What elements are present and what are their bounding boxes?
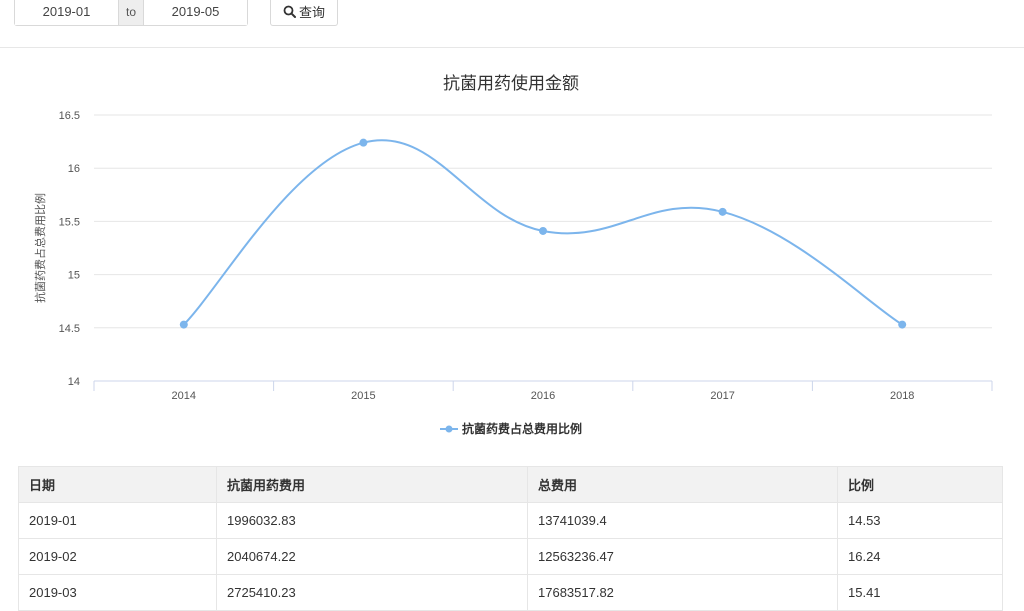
chart-container: 抗菌用药使用金额 14 14.5 15 15.5 16 16.5 2014 2015 2016 2… <box>0 48 1024 458</box>
table-cell: 17683517.82 <box>527 574 838 611</box>
table-cell: 2019-02 <box>18 538 217 575</box>
data-point <box>539 226 547 235</box>
x-tick-label: 2014 <box>172 390 196 402</box>
end-date-input[interactable] <box>144 0 247 25</box>
y-tick-label: 14 <box>68 376 80 388</box>
table-cell: 2040674.22 <box>216 538 528 575</box>
column-header-ratio: 比例 <box>837 466 1003 503</box>
search-icon <box>283 5 296 18</box>
legend-label: 抗菌药费占总费用比例 <box>461 422 582 436</box>
y-tick-label: 16 <box>68 163 80 175</box>
table-cell: 15.41 <box>837 574 1003 611</box>
table-row: 2019-03 2725410.23 17683517.82 15.41 <box>18 574 1003 611</box>
x-tick-label: 2015 <box>351 390 375 402</box>
y-tick-label: 15 <box>68 270 80 282</box>
table-cell: 2725410.23 <box>216 574 528 611</box>
data-point <box>179 320 188 329</box>
line-chart: 14 14.5 15 15.5 16 16.5 2014 2015 2016 2017 2018 抗菌… <box>33 110 993 402</box>
x-tick-label: 2017 <box>710 390 734 402</box>
data-point <box>359 138 368 147</box>
y-tick-label: 15.5 <box>59 216 80 228</box>
table-cell: 12563236.47 <box>527 538 838 575</box>
toolbar: to 查询 <box>0 0 1024 48</box>
data-point <box>718 207 727 216</box>
table-row: 2019-01 1996032.83 13741039.4 14.53 <box>18 502 1003 539</box>
range-separator: to <box>118 0 144 25</box>
table-cell: 13741039.4 <box>527 502 838 539</box>
y-axis-title: 抗菌药费占总费用比例 <box>33 193 47 303</box>
data-table: 日期 抗菌用药费用 总费用 比例 2019-01 1996032.83 1374… <box>18 466 1003 611</box>
column-header-total-cost: 总费用 <box>527 466 838 503</box>
y-tick-label: 14.5 <box>59 323 80 335</box>
column-header-date: 日期 <box>18 466 217 503</box>
search-button-label: 查询 <box>298 5 325 20</box>
chart-legend[interactable]: 抗菌药费占总费用比例 <box>0 420 1022 437</box>
table-cell: 16.24 <box>837 538 1003 575</box>
legend-marker-icon <box>439 425 458 432</box>
x-tick-label: 2018 <box>890 390 914 402</box>
table-header-row: 日期 抗菌用药费用 总费用 比例 <box>18 466 1003 503</box>
search-button[interactable]: 查询 <box>270 0 338 26</box>
table-cell: 1996032.83 <box>216 502 528 539</box>
table-cell: 2019-03 <box>18 574 217 611</box>
data-point <box>898 320 907 329</box>
table-cell: 2019-01 <box>18 502 217 539</box>
y-tick-label: 16.5 <box>59 110 80 122</box>
start-date-input[interactable] <box>15 0 118 25</box>
date-range-picker: to <box>14 0 248 26</box>
x-tick-label: 2016 <box>531 390 555 402</box>
column-header-antibiotic-cost: 抗菌用药费用 <box>216 466 528 503</box>
table-row: 2019-02 2040674.22 12563236.47 16.24 <box>18 538 1003 575</box>
table-cell: 14.53 <box>837 502 1003 539</box>
